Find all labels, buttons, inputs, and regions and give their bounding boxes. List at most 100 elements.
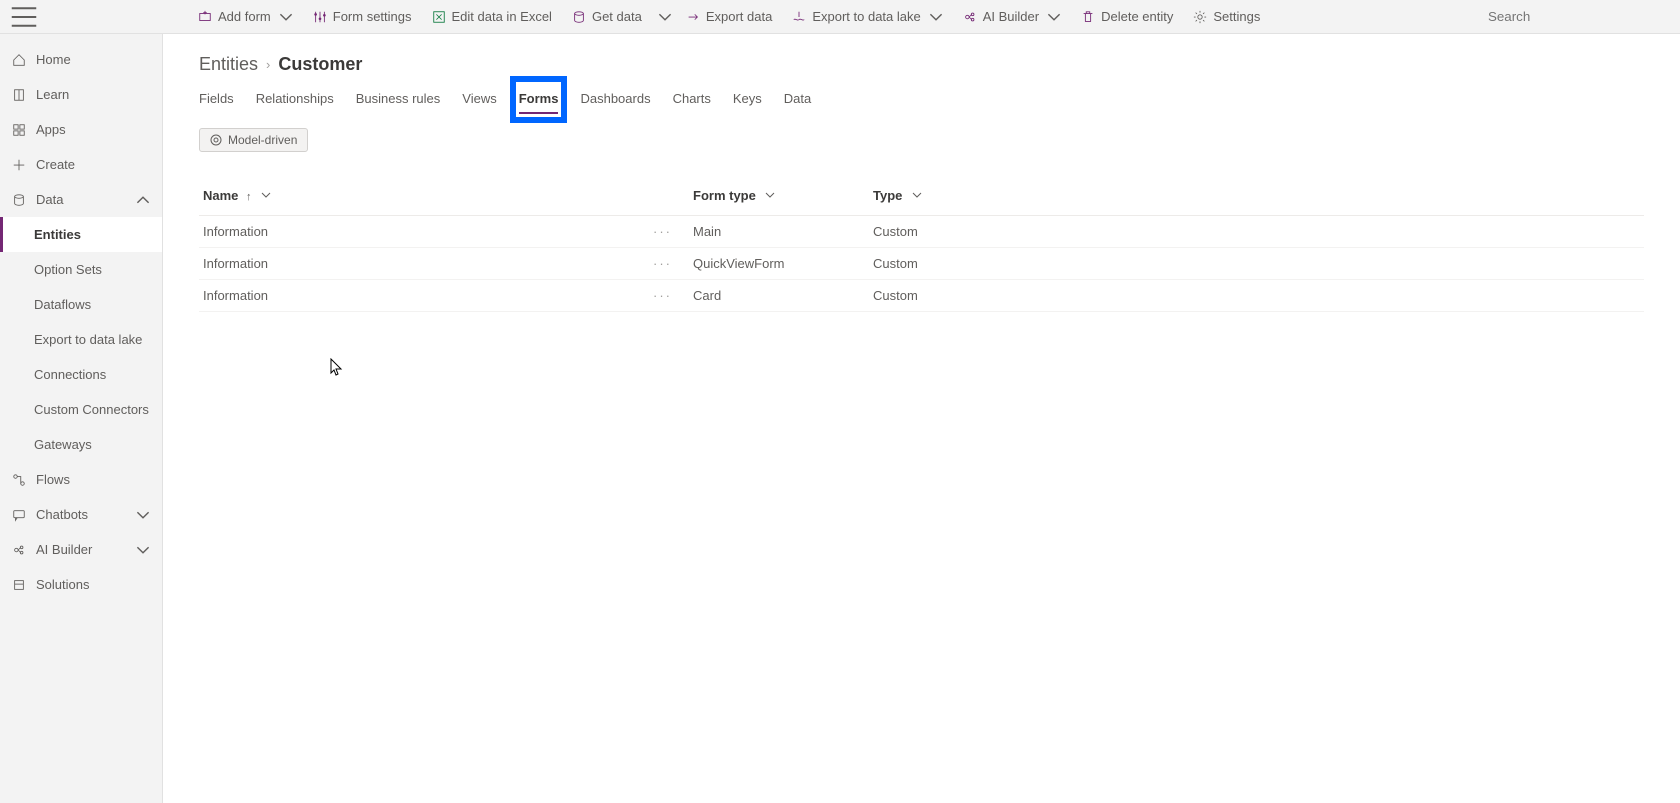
settings-button[interactable]: Settings bbox=[1183, 5, 1270, 28]
tab-views[interactable]: Views bbox=[462, 85, 496, 114]
hamburger-icon[interactable] bbox=[10, 3, 38, 31]
nav-gateways-label: Gateways bbox=[34, 437, 92, 452]
export-data-button[interactable]: Export data bbox=[676, 5, 783, 28]
cell-name: Information bbox=[199, 216, 649, 248]
database-icon bbox=[572, 10, 586, 24]
tab-charts[interactable]: Charts bbox=[673, 85, 711, 114]
table-row[interactable]: Information ··· Card Custom bbox=[199, 280, 1644, 312]
trash-icon bbox=[1081, 10, 1095, 24]
nav-create[interactable]: Create bbox=[0, 147, 162, 182]
col-name-label: Name bbox=[203, 188, 238, 203]
nav-create-label: Create bbox=[36, 157, 75, 172]
tab-data[interactable]: Data bbox=[784, 85, 811, 114]
cell-name: Information bbox=[199, 248, 649, 280]
nav-dataflows[interactable]: Dataflows bbox=[0, 287, 162, 322]
col-form-type[interactable]: Form type bbox=[689, 180, 869, 216]
ai-icon bbox=[963, 10, 977, 24]
nav-option-sets[interactable]: Option Sets bbox=[0, 252, 162, 287]
nav-custom-connectors[interactable]: Custom Connectors bbox=[0, 392, 162, 427]
sidebar: Home Learn Apps Create Data Entities Opt… bbox=[0, 34, 163, 803]
nav-apps[interactable]: Apps bbox=[0, 112, 162, 147]
lake-icon bbox=[792, 10, 806, 24]
export-icon bbox=[686, 10, 700, 24]
book-icon bbox=[12, 88, 26, 102]
get-data-button[interactable]: Get data bbox=[562, 5, 652, 28]
chevron-up-icon bbox=[136, 193, 150, 207]
search-box[interactable] bbox=[1470, 5, 1670, 28]
chevron-down-icon bbox=[929, 10, 943, 24]
breadcrumb-root[interactable]: Entities bbox=[199, 54, 258, 75]
edit-excel-button[interactable]: Edit data in Excel bbox=[422, 5, 562, 28]
entity-tabs: Fields Relationships Business rules View… bbox=[199, 85, 1644, 114]
export-lake-button[interactable]: Export to data lake bbox=[782, 5, 952, 28]
chevron-down-icon bbox=[765, 190, 775, 200]
chevron-down-icon bbox=[658, 10, 672, 24]
nav-gateways[interactable]: Gateways bbox=[0, 427, 162, 462]
ai-builder-button[interactable]: AI Builder bbox=[953, 5, 1071, 28]
form-settings-button[interactable]: Form settings bbox=[303, 5, 422, 28]
nav-apps-label: Apps bbox=[36, 122, 66, 137]
chevron-down-icon bbox=[261, 190, 271, 200]
chat-icon bbox=[12, 508, 26, 522]
nav-export-lake[interactable]: Export to data lake bbox=[0, 322, 162, 357]
cell-type: Custom bbox=[869, 280, 1644, 312]
row-more-button[interactable]: ··· bbox=[649, 248, 689, 280]
get-data-chevron[interactable] bbox=[652, 6, 676, 28]
target-icon bbox=[210, 134, 222, 146]
cell-type: Custom bbox=[869, 216, 1644, 248]
chevron-down-icon bbox=[279, 10, 293, 24]
nav-custom-connectors-label: Custom Connectors bbox=[34, 402, 149, 417]
export-data-label: Export data bbox=[706, 9, 773, 24]
add-form-button[interactable]: Add form bbox=[188, 5, 303, 28]
col-name[interactable]: Name ↑ bbox=[199, 180, 649, 216]
row-more-button[interactable]: ··· bbox=[649, 280, 689, 312]
nav-home[interactable]: Home bbox=[0, 42, 162, 77]
chevron-down-icon bbox=[1047, 10, 1061, 24]
cell-name: Information bbox=[199, 280, 649, 312]
search-input[interactable] bbox=[1488, 9, 1665, 24]
add-form-label: Add form bbox=[218, 9, 271, 24]
delete-entity-label: Delete entity bbox=[1101, 9, 1173, 24]
export-lake-label: Export to data lake bbox=[812, 9, 920, 24]
tab-relationships[interactable]: Relationships bbox=[256, 85, 334, 114]
nav-data[interactable]: Data bbox=[0, 182, 162, 217]
model-driven-label: Model-driven bbox=[228, 133, 297, 147]
nav-solutions[interactable]: Solutions bbox=[0, 567, 162, 602]
excel-icon bbox=[432, 10, 446, 24]
nav-entities[interactable]: Entities bbox=[0, 217, 162, 252]
table-row[interactable]: Information ··· Main Custom bbox=[199, 216, 1644, 248]
tab-business-rules[interactable]: Business rules bbox=[356, 85, 441, 114]
model-driven-badge[interactable]: Model-driven bbox=[199, 128, 308, 152]
nav-flows[interactable]: Flows bbox=[0, 462, 162, 497]
table-row[interactable]: Information ··· QuickViewForm Custom bbox=[199, 248, 1644, 280]
plus-icon bbox=[12, 158, 26, 172]
nav-flows-label: Flows bbox=[36, 472, 70, 487]
chevron-down-icon bbox=[136, 508, 150, 522]
chevron-down-icon bbox=[136, 543, 150, 557]
cell-form-type: Card bbox=[689, 280, 869, 312]
nav-ai-builder-label: AI Builder bbox=[36, 542, 92, 557]
nav-connections[interactable]: Connections bbox=[0, 357, 162, 392]
chevron-right-icon: › bbox=[266, 57, 270, 72]
sort-asc-icon: ↑ bbox=[246, 191, 252, 203]
delete-entity-button[interactable]: Delete entity bbox=[1071, 5, 1183, 28]
nav-solutions-label: Solutions bbox=[36, 577, 89, 592]
col-form-type-label: Form type bbox=[693, 188, 756, 203]
forms-table: Name ↑ Form type Type bbox=[199, 180, 1644, 312]
gear-icon bbox=[1193, 10, 1207, 24]
nav-option-sets-label: Option Sets bbox=[34, 262, 102, 277]
row-more-button[interactable]: ··· bbox=[649, 216, 689, 248]
tab-fields[interactable]: Fields bbox=[199, 85, 234, 114]
plus-form-icon bbox=[198, 10, 212, 24]
nav-chatbots[interactable]: Chatbots bbox=[0, 497, 162, 532]
nav-export-lake-label: Export to data lake bbox=[34, 332, 142, 347]
nav-data-label: Data bbox=[36, 192, 63, 207]
tab-keys[interactable]: Keys bbox=[733, 85, 762, 114]
nav-ai-builder[interactable]: AI Builder bbox=[0, 532, 162, 567]
tab-dashboards[interactable]: Dashboards bbox=[580, 85, 650, 114]
flow-icon bbox=[12, 473, 26, 487]
col-type[interactable]: Type bbox=[869, 180, 1644, 216]
get-data-label: Get data bbox=[592, 9, 642, 24]
tab-forms[interactable]: Forms bbox=[519, 85, 559, 114]
nav-learn[interactable]: Learn bbox=[0, 77, 162, 112]
